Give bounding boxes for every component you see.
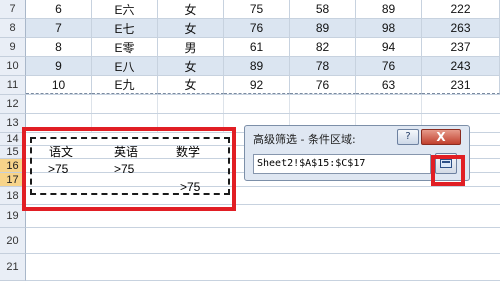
table-cell[interactable]: 98 xyxy=(356,19,422,37)
table-cell[interactable]: 89 xyxy=(290,19,356,37)
table-cell[interactable] xyxy=(92,95,158,113)
table-row xyxy=(26,95,500,114)
criteria-highlight-box xyxy=(22,127,236,211)
table-cell[interactable]: 243 xyxy=(422,57,500,75)
dialog-title: 高级筛选 - 条件区域: xyxy=(253,133,356,146)
row-header[interactable]: 7 xyxy=(0,0,26,19)
table-row xyxy=(26,254,500,281)
close-button[interactable]: X xyxy=(421,129,461,145)
table-cell[interactable]: 89 xyxy=(356,0,422,18)
table-cell[interactable]: E七 xyxy=(92,19,158,37)
table-cell[interactable]: 63 xyxy=(356,76,422,94)
table-cell[interactable]: 78 xyxy=(290,57,356,75)
row-header[interactable]: 12 xyxy=(0,95,26,114)
table-cell[interactable]: 61 xyxy=(224,38,290,56)
row-header[interactable]: 21 xyxy=(0,254,26,281)
table-row: 6 E六 女 75 58 89 222 xyxy=(26,0,500,19)
table-cell[interactable]: 82 xyxy=(290,38,356,56)
table-cell[interactable] xyxy=(356,95,422,113)
row-header[interactable]: 8 xyxy=(0,19,26,38)
table-cell[interactable]: 男 xyxy=(158,38,224,56)
table-cell[interactable]: 76 xyxy=(290,76,356,94)
table-cell[interactable]: 8 xyxy=(26,38,92,56)
row-header[interactable]: 20 xyxy=(0,228,26,254)
table-cell[interactable]: 女 xyxy=(158,19,224,37)
table-cell[interactable]: 76 xyxy=(224,19,290,37)
table-cell[interactable]: 222 xyxy=(422,0,500,18)
table-cell[interactable]: 女 xyxy=(158,57,224,75)
table-cell[interactable]: E零 xyxy=(92,38,158,56)
table-row: 9 E八 女 89 78 76 243 xyxy=(26,57,500,76)
table-cell[interactable]: 92 xyxy=(224,76,290,94)
table-cell[interactable]: 76 xyxy=(356,57,422,75)
table-cell[interactable]: 7 xyxy=(26,19,92,37)
table-cell[interactable]: E九 xyxy=(92,76,158,94)
table-cell[interactable]: 75 xyxy=(224,0,290,18)
row-header[interactable]: 11 xyxy=(0,76,26,95)
table-cell[interactable]: 89 xyxy=(224,57,290,75)
button-highlight-box xyxy=(431,155,465,186)
table-row: 10 E九 女 92 76 63 231 xyxy=(26,76,500,95)
table-cell[interactable]: 94 xyxy=(356,38,422,56)
table-row xyxy=(26,228,500,254)
table-cell[interactable] xyxy=(224,95,290,113)
table-cell[interactable] xyxy=(26,95,92,113)
table-cell[interactable] xyxy=(158,95,224,113)
table-cell[interactable]: E八 xyxy=(92,57,158,75)
table-cell[interactable]: 10 xyxy=(26,76,92,94)
row-header[interactable]: 10 xyxy=(0,57,26,76)
table-cell[interactable]: 263 xyxy=(422,19,500,37)
table-cell[interactable]: 女 xyxy=(158,0,224,18)
table-cell[interactable]: 58 xyxy=(290,0,356,18)
table-cell[interactable]: 9 xyxy=(26,57,92,75)
table-cell[interactable]: 231 xyxy=(422,76,500,94)
table-row: 8 E零 男 61 82 94 237 xyxy=(26,38,500,57)
table-row: 7 E七 女 76 89 98 263 xyxy=(26,19,500,38)
table-cell[interactable]: E六 xyxy=(92,0,158,18)
table-cell[interactable] xyxy=(290,95,356,113)
table-cell[interactable]: 女 xyxy=(158,76,224,94)
row-header[interactable]: 9 xyxy=(0,38,26,57)
table-cell[interactable]: 237 xyxy=(422,38,500,56)
criteria-range-input[interactable]: Sheet2!$A$15:$C$17 xyxy=(253,154,431,174)
table-cell[interactable]: 6 xyxy=(26,0,92,18)
help-button[interactable]: ? xyxy=(397,129,419,145)
